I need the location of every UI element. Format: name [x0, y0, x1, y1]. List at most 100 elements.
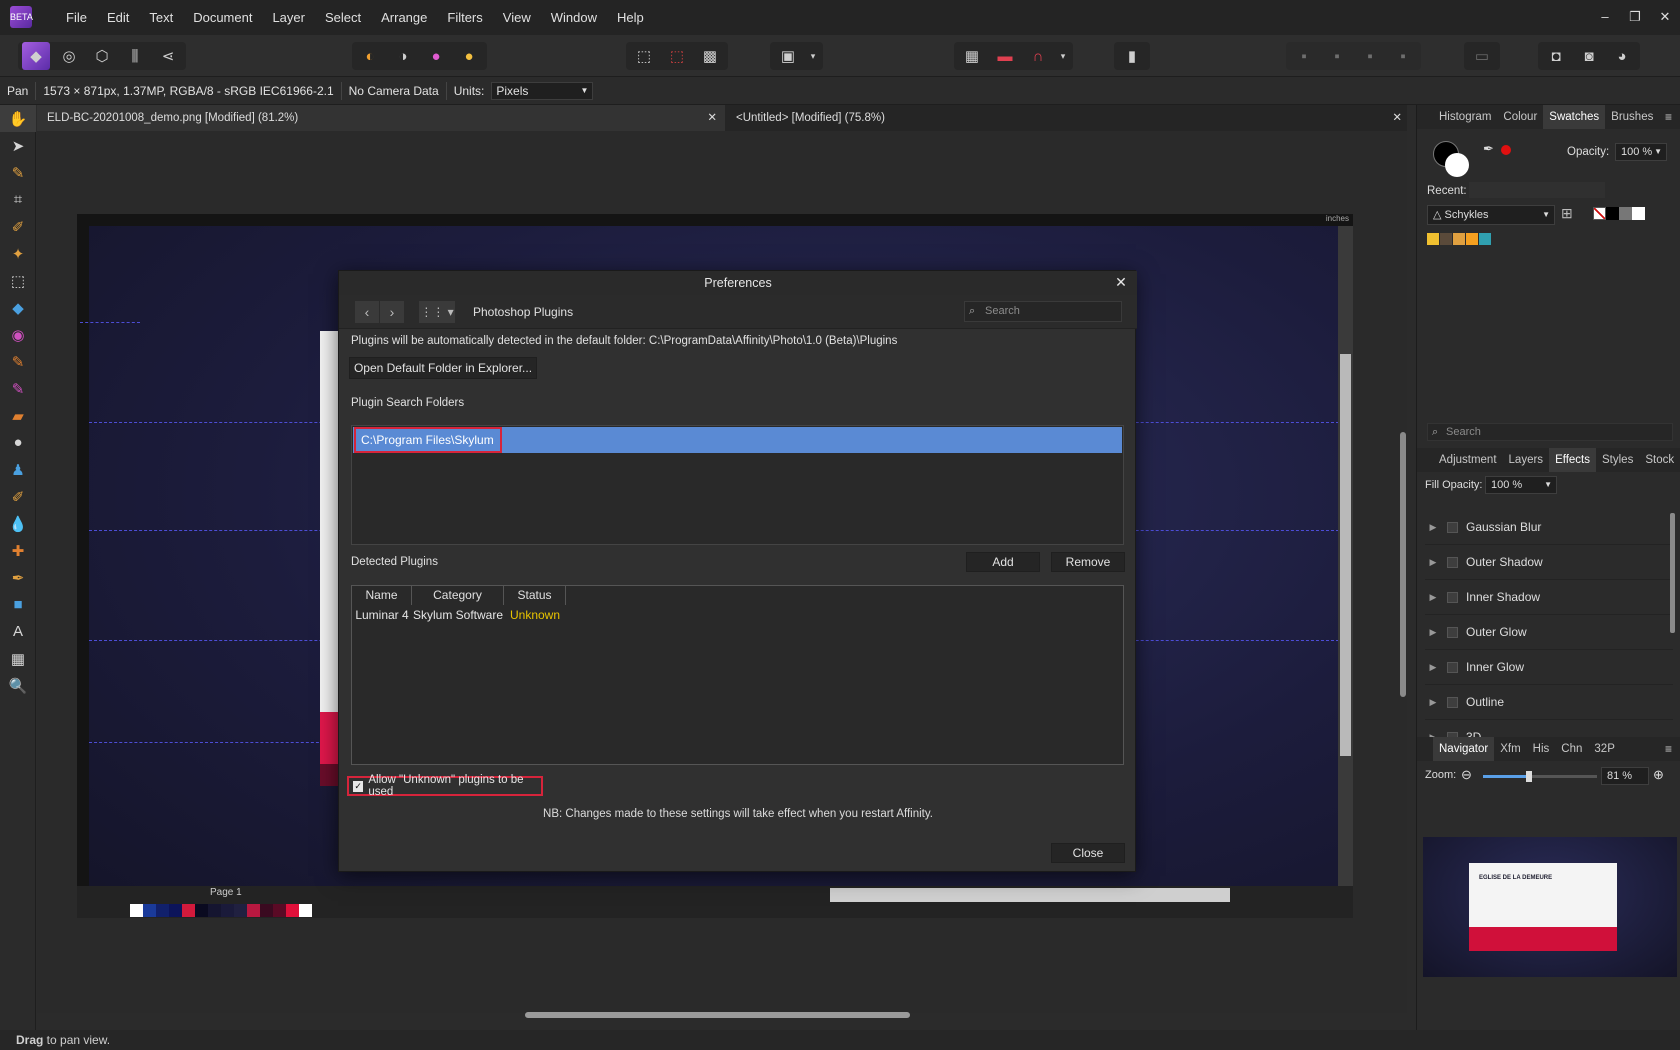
- zoom-tool-icon[interactable]: 🔍: [0, 672, 36, 699]
- menu-document[interactable]: Document: [183, 0, 262, 35]
- tab-document-2[interactable]: <Untitled> [Modified] (75.8%) ✕: [726, 105, 1406, 131]
- effects-scrollbar[interactable]: [1670, 513, 1675, 633]
- zoom-field[interactable]: 81 %: [1601, 767, 1649, 785]
- grid-menu-button[interactable]: ⋮⋮ ▾: [419, 301, 455, 323]
- none-swatch[interactable]: [1593, 207, 1606, 220]
- menu-arrange[interactable]: Arrange: [371, 0, 437, 35]
- checkbox[interactable]: [1447, 696, 1458, 708]
- checkbox[interactable]: [1447, 661, 1458, 673]
- list-item[interactable]: ▶ Gaussian Blur: [1425, 510, 1673, 545]
- dodge-tool-icon[interactable]: ●: [0, 429, 36, 456]
- pen-tool-icon[interactable]: ✒: [0, 564, 36, 591]
- hand-tool-icon[interactable]: ✋: [0, 105, 36, 132]
- invert-selection-icon[interactable]: ▩: [696, 42, 724, 70]
- back-button[interactable]: ‹: [355, 301, 379, 323]
- swatch[interactable]: [169, 904, 182, 917]
- swatch[interactable]: [156, 904, 169, 917]
- color-wheel-icon[interactable]: ●: [422, 42, 450, 70]
- checkbox[interactable]: ✓: [353, 780, 364, 792]
- export-persona-icon[interactable]: ⋖: [154, 42, 182, 70]
- snap-icon[interactable]: ▬: [991, 42, 1019, 70]
- arrange-front-icon[interactable]: ▪: [1389, 42, 1417, 70]
- secondary-color[interactable]: [1445, 153, 1469, 177]
- close-icon[interactable]: ✕: [1392, 105, 1402, 131]
- selection-brush-icon[interactable]: ✐: [0, 213, 36, 240]
- column-header-category[interactable]: Category: [412, 586, 504, 605]
- panel-menu-icon[interactable]: ≡: [1665, 110, 1672, 124]
- swatch[interactable]: [195, 904, 208, 917]
- effects-search-input[interactable]: ⌕ Search: [1427, 423, 1673, 441]
- clone-tool-icon[interactable]: ♟: [0, 456, 36, 483]
- arrange-back-icon[interactable]: ▪: [1290, 42, 1318, 70]
- grid-icon[interactable]: ▦: [958, 42, 986, 70]
- search-input[interactable]: ⌕ Search: [964, 301, 1122, 322]
- swatch[interactable]: [260, 904, 273, 917]
- swatch[interactable]: [1453, 233, 1465, 245]
- tab-adjustment[interactable]: Adjustment: [1433, 448, 1503, 472]
- remove-button[interactable]: Remove: [1051, 552, 1125, 572]
- studio-icon-1[interactable]: ◘: [1542, 42, 1570, 70]
- swatch[interactable]: [1427, 233, 1439, 245]
- tab-effects[interactable]: Effects: [1549, 448, 1597, 472]
- smudge-tool-icon[interactable]: ✐: [0, 483, 36, 510]
- swatch[interactable]: [182, 904, 195, 917]
- levels-icon[interactable]: ◐: [356, 42, 384, 70]
- list-item[interactable]: C:\Program Files\Skylum: [353, 427, 1122, 453]
- expand-icon[interactable]: ▶: [1425, 557, 1441, 568]
- plugin-search-folders-list[interactable]: C:\Program Files\Skylum: [351, 425, 1124, 545]
- menu-text[interactable]: Text: [139, 0, 183, 35]
- develop-persona-icon[interactable]: ⬡: [88, 42, 116, 70]
- expand-icon[interactable]: ▶: [1425, 662, 1441, 673]
- white-balance-icon[interactable]: ◑: [389, 42, 417, 70]
- photo-persona-icon[interactable]: ◆: [22, 42, 50, 70]
- tab-32p[interactable]: 32P: [1588, 737, 1620, 761]
- tab-brushes[interactable]: Brushes: [1605, 105, 1659, 129]
- close-window-button[interactable]: ✕: [1650, 0, 1680, 35]
- tab-histogram[interactable]: Histogram: [1433, 105, 1497, 129]
- open-default-folder-button[interactable]: Open Default Folder in Explorer...: [349, 357, 537, 379]
- color-replacement-icon[interactable]: ✎: [0, 375, 36, 402]
- swatch[interactable]: [1632, 207, 1645, 220]
- swatch[interactable]: [208, 904, 221, 917]
- scroll-thumb[interactable]: [1340, 354, 1351, 756]
- swatch[interactable]: [273, 904, 286, 917]
- palette-dropdown[interactable]: △ Schykles ▼: [1427, 205, 1555, 225]
- menu-view[interactable]: View: [493, 0, 541, 35]
- document-vertical-scrollbar[interactable]: [1338, 226, 1353, 886]
- document-horizontal-scrollbar[interactable]: [830, 888, 1230, 902]
- quick-mask-icon[interactable]: ▣: [774, 42, 802, 70]
- align-icon[interactable]: ▭: [1468, 42, 1496, 70]
- gradient-tool-icon[interactable]: ◉: [0, 321, 36, 348]
- tab-layers[interactable]: Layers: [1503, 448, 1550, 472]
- paint-brush-icon[interactable]: ✎: [0, 348, 36, 375]
- tab-styles[interactable]: Styles: [1596, 448, 1639, 472]
- close-button[interactable]: Close: [1051, 843, 1125, 863]
- zoom-out-icon[interactable]: ⊖: [1461, 767, 1472, 783]
- magnet-icon[interactable]: ∩: [1024, 42, 1052, 70]
- rectangle-tool-icon[interactable]: ■: [0, 591, 36, 618]
- minimize-button[interactable]: –: [1590, 0, 1620, 35]
- menu-help[interactable]: Help: [607, 0, 654, 35]
- menu-filters[interactable]: Filters: [437, 0, 492, 35]
- color-picker-icon[interactable]: ✎: [0, 159, 36, 186]
- close-icon[interactable]: ✕: [1113, 274, 1129, 290]
- swatch[interactable]: [143, 904, 156, 917]
- page-tab[interactable]: Page 1: [210, 887, 242, 898]
- arrange-backward-icon[interactable]: ▪: [1323, 42, 1351, 70]
- add-button[interactable]: Add: [966, 552, 1040, 572]
- menu-layer[interactable]: Layer: [262, 0, 315, 35]
- healing-brush-icon[interactable]: ✚: [0, 537, 36, 564]
- canvas-horizontal-scrollbar[interactable]: [525, 1012, 910, 1018]
- menu-window[interactable]: Window: [541, 0, 607, 35]
- column-header-status[interactable]: Status: [504, 586, 566, 605]
- flood-select-icon[interactable]: ✦: [0, 240, 36, 267]
- studio-icon-3[interactable]: ◕: [1608, 42, 1636, 70]
- swatch[interactable]: [286, 904, 299, 917]
- expand-icon[interactable]: ▶: [1425, 522, 1441, 533]
- swatch[interactable]: [247, 904, 260, 917]
- forward-button[interactable]: ›: [380, 301, 404, 323]
- marquee-tool-icon[interactable]: ⬚: [0, 267, 36, 294]
- chevron-down-icon[interactable]: ▾: [807, 42, 819, 70]
- navigator-thumbnail[interactable]: EGLISE DE LA DEMEURE: [1423, 837, 1677, 977]
- mesh-warp-icon[interactable]: ▦: [0, 645, 36, 672]
